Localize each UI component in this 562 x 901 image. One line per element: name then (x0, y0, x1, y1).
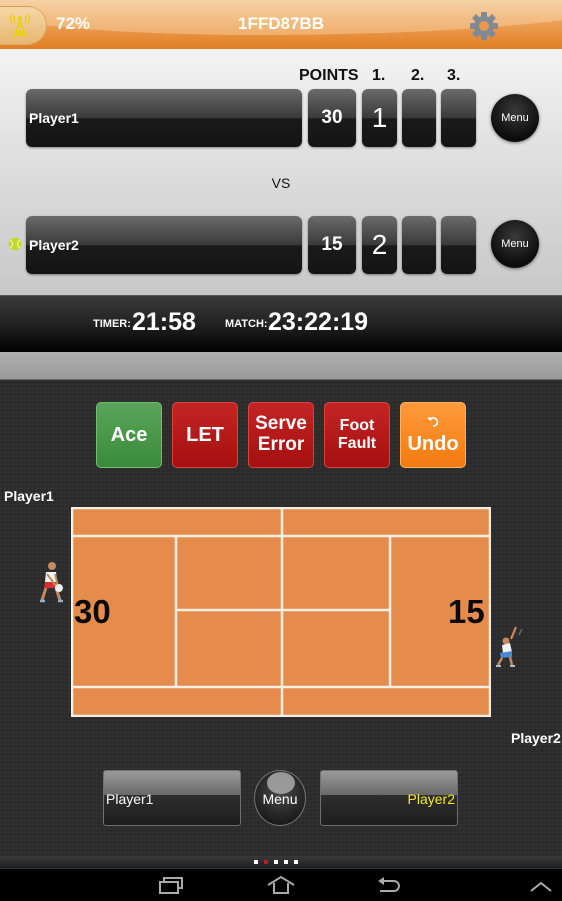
player1-menu-button[interactable]: Menu (491, 94, 539, 142)
player2-name: Player2 (29, 237, 79, 253)
player1-set3-box (441, 89, 476, 147)
court-player1-score: 30 (74, 593, 111, 630)
tennis-court[interactable] (71, 507, 491, 717)
timer-bar: TIMER: 21:58 MATCH: 23:22:19 (0, 295, 562, 352)
page-dot-4[interactable] (284, 860, 288, 864)
timer-label: TIMER: (93, 318, 131, 330)
player2-set2-box (402, 216, 436, 274)
court-player1-label: Player1 (4, 488, 54, 504)
page-dot-1[interactable] (254, 860, 258, 864)
player1-set1-box: 1 (362, 89, 397, 147)
match-value: 23:22:19 (268, 308, 369, 336)
serve-error-button[interactable]: Serve Error (248, 402, 314, 468)
court-player2-label: Player2 (511, 730, 561, 746)
player2-set1: 2 (371, 229, 388, 260)
player1-name-box[interactable]: Player1 (26, 89, 302, 147)
let-label: LET (186, 424, 224, 446)
player1-set2-box (402, 89, 436, 147)
court-player2-score: 15 (448, 593, 485, 630)
undo-icon (427, 417, 439, 427)
player2-points: 15 (321, 234, 343, 255)
player2-points-box: 15 (308, 216, 356, 274)
timer-value: 21:58 (132, 308, 196, 336)
match-label: MATCH: (225, 318, 268, 330)
app-header: 72% 1FFD87BB (0, 0, 562, 49)
main-menu-label: Menu (262, 791, 298, 807)
ace-label: Ace (110, 424, 148, 446)
set3-header: 3. (447, 67, 461, 84)
page-dot-3[interactable] (274, 860, 278, 864)
serve-error-line1: Serve (255, 413, 307, 435)
set2-header: 2. (411, 67, 425, 84)
points-header: POINTS (299, 67, 359, 84)
set1-header: 1. (372, 67, 386, 84)
gear-icon (470, 12, 498, 40)
recent-apps-icon[interactable] (158, 875, 186, 895)
divider-band (0, 352, 562, 380)
player2-server-figure (496, 626, 523, 667)
player1-points: 30 (321, 107, 343, 128)
serving-ball-icon (8, 237, 22, 251)
undo-button[interactable]: Undo (400, 402, 466, 468)
page-dot-2-active[interactable] (264, 860, 268, 864)
player2-point-button[interactable]: Player2 (320, 770, 458, 826)
player2-set3-box (441, 216, 476, 274)
undo-label: Undo (407, 433, 459, 455)
player1-points-box: 30 (308, 89, 356, 147)
foot-fault-line1: Foot (339, 417, 375, 435)
system-navigation-bar (0, 868, 562, 901)
vs-label: VS (271, 175, 291, 191)
settings-button[interactable] (468, 10, 500, 42)
player1-set1: 1 (371, 102, 388, 133)
main-menu-button[interactable]: Menu (254, 770, 306, 826)
foot-fault-line2: Fault (337, 435, 377, 452)
back-icon[interactable] (376, 875, 402, 895)
scoreboard: POINTS 1. 2. 3. Player1 30 1 Menu VS Pla… (0, 49, 562, 295)
player1-name: Player1 (29, 110, 79, 126)
serve-error-line2: Error (257, 434, 305, 455)
chevron-up-icon[interactable] (529, 879, 553, 893)
player2-menu-button[interactable]: Menu (491, 220, 539, 268)
page-dot-5[interactable] (294, 860, 298, 864)
let-button[interactable]: LET (172, 402, 238, 468)
player1-point-button[interactable]: Player1 (103, 770, 241, 826)
home-icon[interactable] (266, 875, 296, 895)
page-indicator (0, 856, 562, 868)
player2-set1-box: 2 (362, 216, 397, 274)
foot-fault-button[interactable]: Foot Fault (324, 402, 390, 468)
player1-receiver-figure (40, 562, 63, 603)
ace-button[interactable]: Ace (96, 402, 162, 468)
player2-name-box[interactable]: Player2 (26, 216, 302, 274)
